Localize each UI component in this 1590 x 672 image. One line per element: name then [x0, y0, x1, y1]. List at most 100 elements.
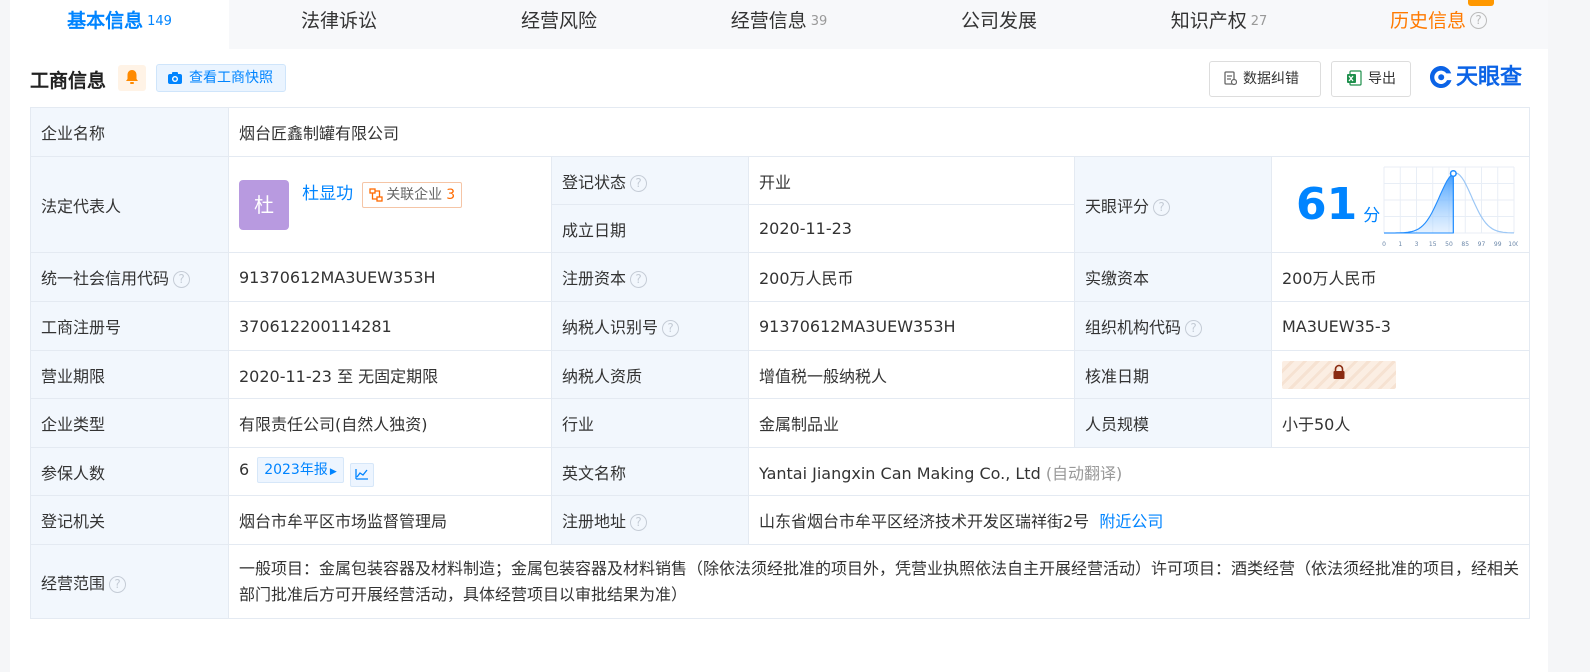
table-row: 登记机关 烟台市牟平区市场监督管理局 注册地址? 山东省烟台市牟平区经济技术开发… [30, 495, 1530, 545]
tab-legal[interactable]: 法律诉讼 [229, 0, 449, 49]
logo-text: 天眼查 [1456, 65, 1523, 90]
tab-label: 知识产权 [1170, 10, 1247, 32]
camera-icon [168, 72, 182, 84]
label-text: 登记状态 [562, 172, 627, 192]
correct-label: 数据纠错 [1243, 71, 1299, 87]
label-text: 统一社会信用代码 [41, 269, 170, 288]
score-axis-tick: 85 [1461, 241, 1469, 248]
tab-business[interactable]: 经营信息 39 [669, 0, 889, 49]
insured-cell: 6 2023年报 ▶ [228, 447, 552, 496]
company-name-value: 烟台匠鑫制罐有限公司 [228, 107, 1530, 157]
view-snapshot-button[interactable]: 查看工商快照 [156, 64, 286, 92]
tianyancha-logo: 天眼查 [1428, 62, 1522, 94]
table-row: 统一社会信用代码? 91370612MA3UEW353H 注册资本? 200万人… [30, 252, 1530, 302]
auto-translate-note: (自动翻译) [1045, 463, 1123, 483]
snapshot-label: 查看工商快照 [189, 70, 273, 86]
taxpayer-value: 增值税一般纳税人 [748, 350, 1075, 399]
data-correction-button[interactable]: 数据纠错 [1209, 61, 1321, 97]
tab-ip[interactable]: 知识产权 27 [1109, 0, 1329, 49]
reg-capital-value: 200万人民币 [748, 252, 1075, 302]
help-icon[interactable]: ? [173, 271, 191, 288]
help-icon[interactable]: ? [630, 271, 648, 288]
reg-no-label: 工商注册号 [30, 301, 229, 351]
related-label: 关联企业 [386, 187, 443, 204]
vip-badge [1468, 0, 1494, 6]
legal-rep-link[interactable]: 杜显功 [302, 184, 353, 204]
lock-icon [1333, 364, 1345, 379]
scope-value: 一般项目：金属包装容器及材料制造；金属包装容器及材料销售（除依法须经批准的项目外… [228, 544, 1530, 619]
paid-capital-label: 实缴资本 [1074, 252, 1272, 302]
org-code-label: 组织机构代码? [1074, 301, 1272, 351]
tab-count: 39 [810, 14, 828, 29]
label-text: 注册地址 [562, 512, 627, 531]
trend-chart-icon[interactable] [349, 462, 374, 487]
report-label: 2023年报 [264, 461, 328, 478]
tab-label: 历史信息 [1389, 10, 1466, 32]
help-icon[interactable]: ? [662, 320, 680, 337]
scope-label: 经营范围? [30, 544, 229, 619]
bell-icon[interactable] [118, 65, 146, 91]
score-value: 61 [1296, 179, 1358, 230]
org-code-value: MA3UEW35-3 [1271, 301, 1530, 351]
help-icon[interactable]: ? [1470, 12, 1487, 29]
label-text: 注册资本 [562, 269, 627, 288]
section-title: 工商信息 [30, 70, 107, 92]
table-row: 法定代表人 杜 杜显功 关联企业 3 登记状态? 开业 天眼评分? 61 分 013… [30, 156, 1530, 253]
found-date-label: 成立日期 [551, 204, 749, 253]
caret-right-icon: ▶ [329, 466, 337, 477]
legal-rep-cell: 杜 杜显功 关联企业 3 [228, 156, 552, 253]
tab-label: 经营信息 [730, 10, 807, 32]
label-text: 纳税人识别号 [562, 318, 659, 337]
score-axis-tick: 1 [1398, 241, 1402, 248]
taxpayer-label: 纳税人资质 [551, 350, 749, 399]
tab-basic-info[interactable]: 基本信息 149 [10, 0, 229, 49]
main-panel: 基本信息 149 法律诉讼 经营风险 经营信息 39 公司发展 知识产权 27 历史信… [10, 0, 1548, 672]
score-axis-tick: 3 [1415, 241, 1419, 248]
eye-logo-icon [1430, 66, 1452, 88]
label-text: 天眼评分 [1085, 196, 1150, 216]
related-companies-button[interactable]: 关联企业 3 [362, 182, 463, 209]
score-axis-tick: 0 [1382, 241, 1386, 248]
help-icon[interactable]: ? [109, 575, 127, 593]
insured-value: 6 [239, 459, 250, 479]
table-row: 经营范围? 一般项目：金属包装容器及材料制造；金属包装容器及材料销售（除依法须经… [30, 544, 1530, 619]
excel-icon [1347, 70, 1362, 86]
help-icon[interactable]: ? [1185, 320, 1203, 337]
insured-label: 参保人数 [30, 447, 229, 496]
industry-value: 金属制品业 [748, 398, 1075, 448]
tab-history[interactable]: 历史信息? [1329, 0, 1548, 49]
term-label: 营业期限 [30, 350, 229, 399]
score-marker-dot [1449, 169, 1457, 178]
tab-label: 法律诉讼 [300, 10, 377, 32]
export-button[interactable]: 导出 [1331, 61, 1411, 97]
reg-status-label: 登记状态? [551, 156, 749, 205]
en-name-cell: Yantai Jiangxin Can Making Co., Ltd (自动翻… [748, 447, 1530, 496]
tab-count: 27 [1250, 14, 1268, 29]
found-date-value: 2020-11-23 [748, 204, 1075, 253]
approve-date-cell [1271, 350, 1530, 399]
related-count: 3 [446, 187, 456, 204]
reg-no-value: 370612200114281 [228, 301, 552, 351]
table-row: 参保人数 6 2023年报 ▶ 英文名称 Yantai Jiangxin Can M… [30, 447, 1530, 496]
score-cell[interactable]: 61 分 0 1 3 15 50 85 97 99 100 [1271, 156, 1530, 253]
annual-report-button[interactable]: 2023年报 ▶ [257, 456, 344, 483]
credit-code-label: 统一社会信用代码? [30, 252, 229, 302]
help-icon[interactable]: ? [1153, 198, 1171, 216]
en-name-label: 英文名称 [551, 447, 749, 496]
tab-development[interactable]: 公司发展 [889, 0, 1109, 49]
locked-value[interactable] [1282, 360, 1396, 389]
label-text: 经营范围 [41, 573, 106, 593]
staff-value: 小于50人 [1271, 398, 1530, 448]
help-icon[interactable]: ? [630, 514, 648, 531]
avatar[interactable]: 杜 [239, 179, 289, 230]
address-label: 注册地址? [551, 495, 749, 545]
network-icon [369, 188, 383, 202]
staff-label: 人员规模 [1074, 398, 1272, 448]
tab-risk[interactable]: 经营风险 [449, 0, 669, 49]
tab-bar: 基本信息 149 法律诉讼 经营风险 经营信息 39 公司发展 知识产权 27 历史信… [10, 0, 1548, 49]
reg-status-value: 开业 [748, 156, 1075, 205]
help-icon[interactable]: ? [630, 174, 648, 192]
nearby-companies-link[interactable]: 附近公司 [1099, 512, 1163, 531]
type-label: 企业类型 [30, 398, 229, 448]
business-info-table: 企业名称 烟台匠鑫制罐有限公司 法定代表人 杜 杜显功 关联企业 3 登记状态? … [30, 107, 1530, 619]
